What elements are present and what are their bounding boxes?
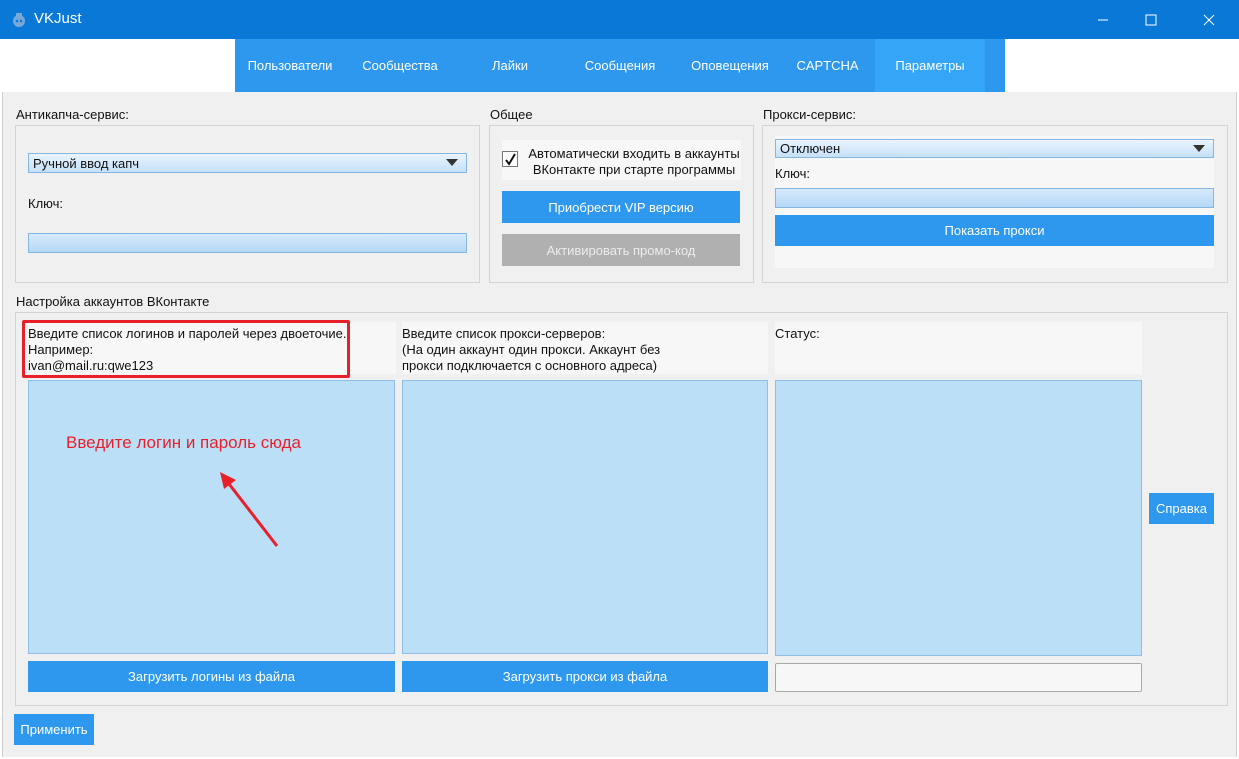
- anticaptcha-key-label: Ключ:: [28, 196, 64, 211]
- minimize-button[interactable]: [1080, 0, 1126, 39]
- anticaptcha-service-select[interactable]: Ручной ввод капч: [28, 153, 467, 173]
- annotation-arrow-icon: [220, 472, 279, 547]
- tab-settings[interactable]: Параметры: [875, 39, 985, 95]
- maximize-button[interactable]: [1128, 0, 1174, 39]
- proxy-key-label: Ключ:: [775, 166, 811, 181]
- load-logins-button[interactable]: Загрузить логины из файла: [28, 661, 395, 692]
- tab-notifications[interactable]: Оповещения: [675, 39, 785, 92]
- accounts-title: Настройка аккаунтов ВКонтакте: [16, 294, 210, 309]
- status-label: Статус:: [775, 326, 820, 341]
- minimize-icon: [1098, 19, 1108, 20]
- help-button[interactable]: Справка: [1149, 493, 1214, 524]
- tab-likes[interactable]: Лайки: [455, 39, 565, 92]
- tab-communities[interactable]: Сообщества: [345, 39, 455, 92]
- status-hint-bg: [775, 322, 1142, 374]
- chevron-down-icon: [1193, 145, 1205, 152]
- activate-promo-button[interactable]: Активировать промо-код: [502, 234, 740, 266]
- close-button[interactable]: [1186, 0, 1232, 39]
- anticaptcha-title: Антикапча-сервис:: [16, 107, 129, 122]
- status-textarea: [775, 380, 1142, 656]
- proxy-service-select[interactable]: Отключен: [775, 139, 1214, 158]
- anticaptcha-group: [15, 125, 480, 283]
- progress-bar: [775, 663, 1142, 692]
- show-proxy-button[interactable]: Показать прокси: [775, 215, 1214, 246]
- proxies-hint: Введите список прокси-серверов: (На один…: [402, 326, 661, 373]
- general-title: Общее: [490, 107, 533, 122]
- apply-button[interactable]: Применить: [14, 714, 94, 745]
- close-icon: [1203, 14, 1215, 25]
- anticaptcha-selected-value: Ручной ввод капч: [33, 155, 140, 171]
- proxy-selected-value: Отключен: [780, 141, 841, 156]
- title-bar: [0, 0, 1239, 39]
- tab-captcha[interactable]: CAPTCHA: [785, 39, 870, 92]
- chevron-down-icon: [446, 159, 458, 166]
- highlight-box: [22, 320, 350, 378]
- app-icon: [13, 13, 25, 27]
- buy-vip-button[interactable]: Приобрести VIP версию: [502, 191, 740, 223]
- autologin-label: Автоматически входить в аккаунты ВКонтак…: [528, 146, 740, 177]
- tab-messages[interactable]: Сообщения: [565, 39, 675, 92]
- checkmark-icon: [504, 152, 516, 166]
- maximize-icon: [1145, 14, 1157, 25]
- proxy-key-input[interactable]: [775, 188, 1214, 208]
- annotation-text: Введите логин и пароль сюда: [66, 433, 301, 452]
- proxies-textarea[interactable]: [402, 380, 768, 654]
- autologin-checkbox[interactable]: [502, 151, 518, 167]
- anticaptcha-key-input[interactable]: [28, 233, 467, 253]
- proxy-title: Прокси-сервис:: [763, 107, 856, 122]
- tab-users[interactable]: Пользователи: [235, 39, 345, 92]
- tab-bar: Пользователи Сообщества Лайки Сообщения …: [235, 39, 1005, 95]
- window-title: VKJust: [34, 10, 82, 27]
- load-proxies-button[interactable]: Загрузить прокси из файла: [402, 661, 768, 692]
